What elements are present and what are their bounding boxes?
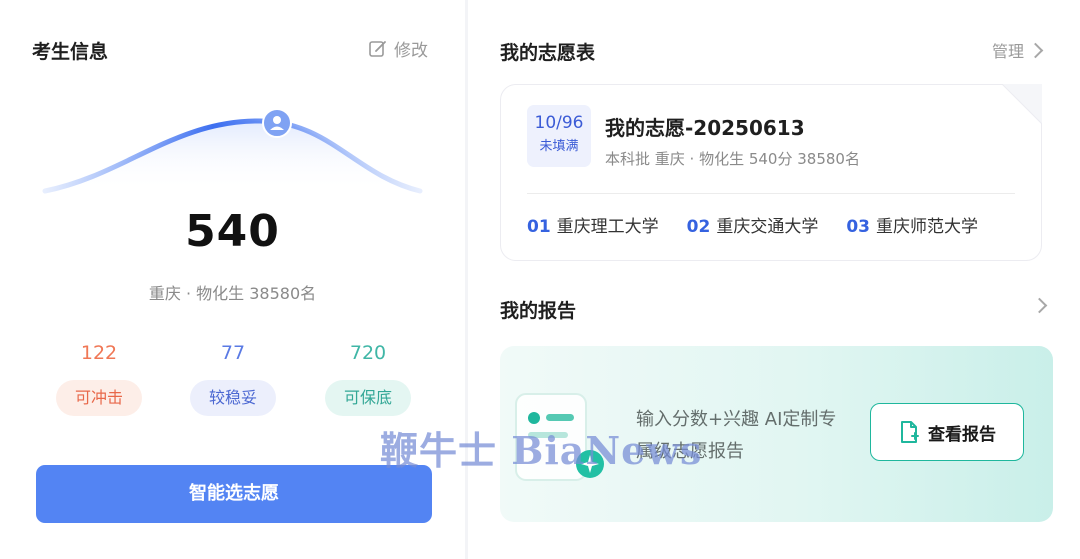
fill-progress-badge: 10/96 未填满 <box>527 105 591 167</box>
stable-count: 77 <box>220 342 246 364</box>
folded-corner-icon <box>1002 84 1042 124</box>
view-report-label: 查看报告 <box>928 424 996 445</box>
school-item[interactable]: 03 重庆师范大学 <box>846 212 978 237</box>
chevron-right-icon[interactable] <box>1031 297 1048 314</box>
student-detail: 重庆 · 物化生 38580名 <box>148 284 317 303</box>
safe-tag[interactable]: 可保底 <box>325 380 411 416</box>
smart-select-button[interactable]: 智能选志愿 <box>36 465 432 523</box>
chevron-right-icon <box>1027 42 1044 58</box>
wishlist-detail: 本科批 重庆 · 物化生 540分 38580名 <box>605 150 860 168</box>
manage-button[interactable]: 管理 <box>992 38 1044 62</box>
rush-count: 122 <box>80 342 118 364</box>
school-item[interactable]: 02 重庆交通大学 <box>687 212 819 237</box>
document-icon <box>901 421 919 443</box>
student-info-panel: 考生信息 修改 540 重庆 · 物化生 38580名 122 77 720 可… <box>0 0 465 559</box>
stable-tag[interactable]: 较稳妥 <box>190 380 276 416</box>
divider <box>527 193 1015 194</box>
wishlist-title: 我的志愿表 <box>500 42 596 64</box>
school-item[interactable]: 01 重庆理工大学 <box>527 212 659 237</box>
view-report-button[interactable]: 查看报告 <box>870 403 1024 461</box>
user-marker-icon <box>262 108 292 138</box>
watermark: 鞭牛士 BiaNews <box>380 428 703 473</box>
wishlist-name: 我的志愿-20250613 <box>605 116 805 140</box>
report-title: 我的报告 <box>500 300 577 322</box>
wishlist-card[interactable]: 10/96 未填满 我的志愿-20250613 本科批 重庆 · 物化生 540… <box>500 84 1042 261</box>
rush-tag[interactable]: 可冲击 <box>56 380 142 416</box>
manage-label: 管理 <box>992 42 1025 61</box>
badge-status: 未填满 <box>539 139 579 154</box>
score-value: 540 <box>185 206 280 257</box>
badge-count: 10/96 <box>534 113 584 133</box>
wishlist-panel: 我的志愿表 管理 10/96 未填满 我的志愿-20250613 本科批 重庆 … <box>468 0 1080 559</box>
school-list: 01 重庆理工大学 02 重庆交通大学 03 重庆师范大学 <box>527 212 978 237</box>
safe-count: 720 <box>349 342 387 364</box>
score-distribution-curve <box>42 118 423 194</box>
